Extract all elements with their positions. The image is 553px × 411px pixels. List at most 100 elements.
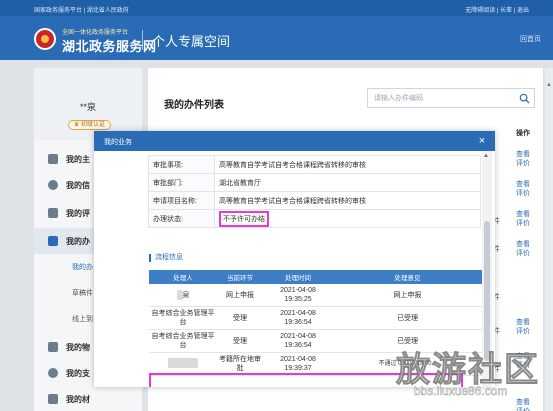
cell-handler: 泉 bbox=[149, 284, 217, 307]
modal-title: 我的业务 bbox=[104, 139, 132, 146]
op-column-header: 操作 bbox=[516, 130, 530, 137]
sidebar-item-label: 我的主 bbox=[66, 155, 90, 164]
link-label: 查看 评价 bbox=[516, 151, 530, 167]
view-review-link[interactable]: 查看 评价 bbox=[510, 240, 536, 258]
sidebar-item-label: 我的办 bbox=[66, 237, 90, 246]
sidebar-item-label: 我的物 bbox=[66, 343, 90, 352]
detail-key: 申请项目名称: bbox=[148, 191, 215, 210]
detail-value: 高等教育自学考试自考合格课程跨省转移的审核 bbox=[214, 191, 481, 210]
sidebar-item-label: 我的支 bbox=[66, 369, 90, 378]
scroll-up-icon[interactable]: ▲ bbox=[483, 153, 489, 159]
col-handler: 处理人 bbox=[149, 270, 217, 284]
search-icon[interactable] bbox=[519, 93, 530, 104]
table-row: 自考综合业务管理平台 受理 2021-04-08 19:36:54 已受理 bbox=[149, 329, 482, 353]
link-label: 查看 评价 bbox=[516, 353, 530, 369]
link-label: 查看 评价 bbox=[516, 399, 530, 411]
status-badge: 不予许可办结 bbox=[219, 210, 269, 227]
close-icon[interactable]: × bbox=[475, 134, 489, 148]
cell-opinion: 已受理 bbox=[333, 306, 482, 330]
detail-key: 审批部门: bbox=[148, 173, 215, 192]
table-row: 泉 网上申报 2021-04-08 19:35:25 网上申报 bbox=[149, 284, 482, 307]
sidebar-subitem-online[interactable]: 线上到 bbox=[72, 314, 93, 324]
auth-badge-label: 初级认证 bbox=[81, 122, 106, 128]
table-row: 考籍所在地审批 2021-04-08 19:39:37 不通过 00000000… bbox=[149, 352, 482, 376]
cell-step: 考籍所在地审批 bbox=[217, 352, 263, 376]
sidebar-item-label: 我的评 bbox=[66, 209, 90, 218]
edit-icon bbox=[48, 208, 58, 218]
home-icon bbox=[48, 154, 58, 164]
cell-time: 2021-04-08 19:35:25 bbox=[263, 284, 333, 307]
user-name: **泉 bbox=[80, 102, 97, 112]
handler-text: 泉 bbox=[182, 291, 190, 299]
view-review-link[interactable]: 查看 评价 bbox=[510, 318, 536, 336]
logo-subtitle: 全国一体化政务服务平台 bbox=[62, 30, 129, 36]
flow-header-row: 处理人 当前环节 处理时间 处理意见 bbox=[149, 270, 482, 284]
document-icon bbox=[48, 236, 58, 246]
modal-header: 我的业务 × bbox=[94, 131, 495, 151]
detail-row: 审批部门: 湖北省教育厅 bbox=[148, 173, 481, 192]
cell-handler: 自考综合业务管理平台 bbox=[149, 329, 217, 353]
modal-body: 审批事项: 高等教育自学考试自考合格课程跨省转移的审核 审批部门: 湖北省教育厅… bbox=[94, 151, 495, 387]
detail-key: 办理状态: bbox=[148, 209, 215, 228]
link-label: 查看 评价 bbox=[516, 241, 530, 257]
detail-value: 高等教育自学考试自考合格课程跨省转移的审核 bbox=[214, 155, 481, 174]
link-label: 查看 评价 bbox=[516, 319, 530, 335]
cell-step: 网上申报 bbox=[217, 284, 263, 307]
payment-icon bbox=[48, 368, 58, 378]
sidebar-subitem-my-cases[interactable]: 我的办 bbox=[72, 262, 93, 272]
detail-key: 审批事项: bbox=[148, 155, 215, 174]
view-review-link[interactable]: 查看 评价 bbox=[510, 150, 536, 168]
detail-table: 审批事项: 高等教育自学考试自考合格课程跨省转移的审核 审批部门: 湖北省教育厅… bbox=[148, 155, 481, 228]
top-strip: 国家政务服务平台 | 湖北省人民政府 无障碍阅读 | 长辈 | 退出 bbox=[0, 0, 553, 16]
link-label: 查看 评价 bbox=[516, 211, 530, 227]
link-label: 查看 评价 bbox=[516, 181, 530, 197]
redacted-block bbox=[168, 357, 198, 368]
business-modal: 我的业务 × 审批事项: 高等教育自学考试自考合格课程跨省转移的审核 审批部门:… bbox=[94, 131, 495, 387]
cell-handler bbox=[149, 352, 217, 376]
cell-opinion: 不通过 0000000000... bbox=[333, 352, 482, 376]
top-strip-right[interactable]: 无障碍阅读 | 长辈 | 退出 bbox=[465, 5, 529, 14]
page-title: 我的办件列表 bbox=[164, 100, 224, 111]
cell-handler: 自考综合业务管理平台 bbox=[149, 306, 217, 330]
header-divider bbox=[142, 30, 143, 50]
cell-step: 受理 bbox=[217, 329, 263, 353]
sidebar-subitem-drafts[interactable]: 草稿件 bbox=[72, 288, 93, 298]
detail-value: 不予许可办结 bbox=[214, 209, 481, 228]
view-review-link[interactable]: 查看 评价 bbox=[510, 352, 536, 370]
detail-row: 办理状态: 不予许可办结 bbox=[148, 209, 481, 228]
detail-row: 审批事项: 高等教育自学考试自考合格课程跨省转移的审核 bbox=[148, 155, 481, 174]
folder-icon bbox=[48, 394, 58, 404]
user-card: **泉 ♛ 初级认证 bbox=[34, 68, 142, 140]
view-review-link[interactable]: 查看 评价 bbox=[510, 180, 536, 198]
col-step: 当前环节 bbox=[217, 270, 263, 284]
table-row: 自考综合业务管理平台 受理 2021-04-08 19:36:54 已受理 bbox=[149, 306, 482, 330]
emblem-icon bbox=[34, 28, 56, 50]
sidebar-item-materials[interactable]: 我的材 bbox=[34, 386, 142, 411]
home-link[interactable]: 回首页 bbox=[520, 34, 541, 44]
col-time: 处理时间 bbox=[263, 270, 333, 284]
view-review-link[interactable]: 查看 评价 bbox=[510, 398, 536, 411]
cell-opinion: 网上申报 bbox=[333, 284, 482, 307]
view-review-link[interactable]: 查看 评价 bbox=[510, 210, 536, 228]
auth-badge[interactable]: ♛ 初级认证 bbox=[68, 120, 112, 130]
cell-opinion: 已受理 bbox=[333, 329, 482, 353]
box-icon bbox=[48, 342, 58, 352]
col-opinion: 处理意见 bbox=[333, 270, 482, 284]
search-input[interactable] bbox=[368, 89, 513, 107]
detail-value: 湖北省教育厅 bbox=[214, 173, 481, 192]
cell-time: 2021-04-08 19:36:54 bbox=[263, 329, 333, 353]
search-box bbox=[367, 88, 535, 108]
message-icon bbox=[48, 180, 58, 190]
cell-time: 2021-04-08 19:36:54 bbox=[263, 306, 333, 330]
scroll-thumb[interactable] bbox=[484, 221, 490, 361]
flow-section-label: 流程信息 bbox=[149, 254, 183, 262]
page-scrollbar[interactable]: ▲ bbox=[545, 68, 553, 411]
cell-time: 2021-04-08 19:39:37 bbox=[263, 352, 333, 376]
detail-row: 申请项目名称: 高等教育自学考试自考合格课程跨省转移的审核 bbox=[148, 191, 481, 210]
modal-scrollbar[interactable]: ▲ bbox=[482, 151, 492, 387]
flow-table: 处理人 当前环节 处理时间 处理意见 泉 网上申报 2021-04-08 19:… bbox=[149, 270, 482, 376]
scroll-up-icon[interactable]: ▲ bbox=[546, 82, 552, 88]
top-strip-left[interactable]: 国家政务服务平台 | 湖北省人民政府 bbox=[34, 5, 129, 14]
site-header: 全国一体化政务服务平台 湖北政务服务网 个人专属空间 回首页 bbox=[0, 16, 553, 60]
space-title: 个人专属空间 bbox=[152, 34, 231, 49]
